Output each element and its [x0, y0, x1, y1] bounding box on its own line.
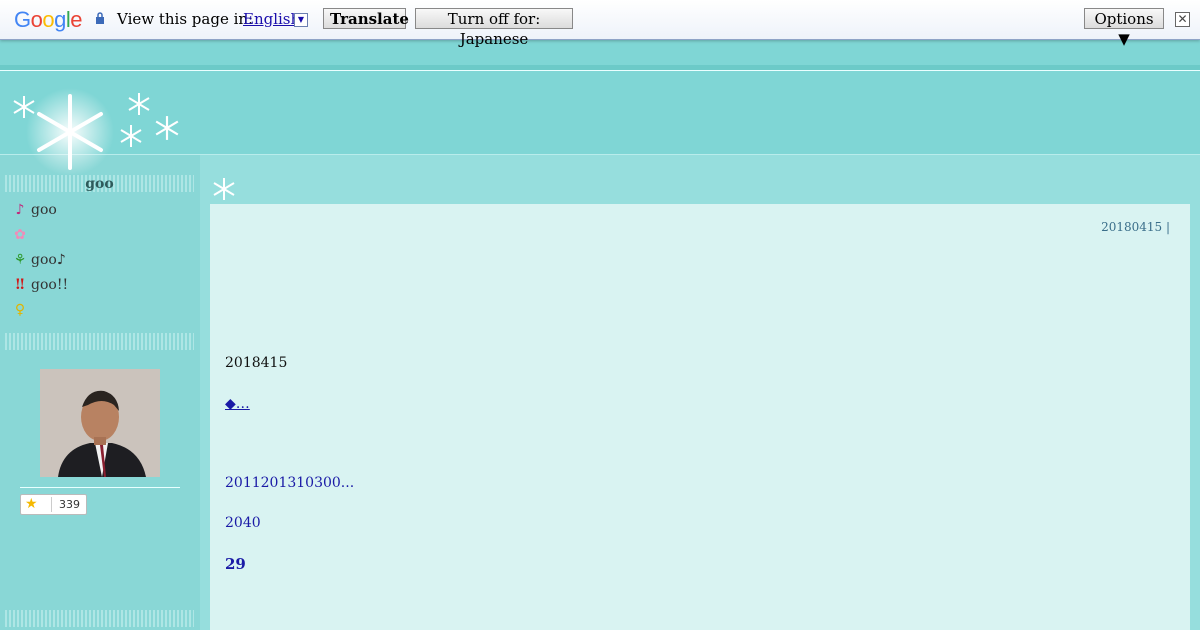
- sidebar-item-label: goo!!: [31, 277, 69, 293]
- exclamation-icon: ‼: [15, 277, 25, 293]
- snowflake-small-icon: [120, 125, 142, 147]
- sidebar-item-sprout[interactable]: ⚘ goo♪: [12, 250, 66, 270]
- sidebar-item-exclaim[interactable]: ‼ goo!!: [12, 275, 68, 295]
- sidebar-item-label: goo: [31, 202, 57, 218]
- sidebar-title: goo: [85, 176, 114, 192]
- post-text-3: 29: [225, 555, 246, 573]
- snowflake-small-icon: [155, 116, 179, 140]
- options-button[interactable]: Options ▼: [1084, 8, 1164, 48]
- snowflake-small-icon: [128, 93, 150, 115]
- sidebar-profile-stripe: [5, 333, 194, 350]
- view-page-label: View this page in:: [117, 10, 254, 28]
- sidebar-divider: [20, 487, 180, 488]
- sidebar-item-goo[interactable]: ♪ goo: [12, 200, 57, 220]
- post-text-2: 2040: [225, 515, 261, 531]
- sidebar-bottom-stripe: [5, 610, 194, 627]
- flower-icon: ✿: [14, 227, 26, 243]
- sidebar-item-flower[interactable]: ✿: [12, 225, 31, 245]
- post-link[interactable]: ◆…: [225, 396, 250, 412]
- star-counter[interactable]: ★ 339: [20, 494, 87, 515]
- post-content: 20180415 | 2018415 ◆… 2011201310300... 2…: [210, 204, 1190, 630]
- post-date[interactable]: 20180415 |: [1101, 220, 1170, 234]
- lock-icon: [96, 12, 104, 24]
- sidebar-item-bulb[interactable]: ♀: [12, 300, 31, 320]
- star-count: 339: [59, 498, 80, 511]
- sidebar-item-label: goo♪: [31, 252, 66, 268]
- star-icon: ★: [25, 496, 38, 512]
- music-note-icon: ♪: [15, 202, 25, 218]
- blog-header: [0, 71, 1200, 154]
- language-select[interactable]: English: [243, 10, 300, 28]
- post-date-line: 2018415: [225, 355, 288, 371]
- snowflake-title-icon: [213, 178, 235, 200]
- profile-photo[interactable]: [40, 369, 160, 477]
- translate-bar: Google View this page in: English ▼ Tran…: [0, 0, 1200, 48]
- google-logo: Google: [14, 7, 83, 32]
- sprout-icon: ⚘: [13, 252, 27, 268]
- post-text-1: 2011201310300...: [225, 475, 355, 491]
- lightbulb-icon: ♀: [14, 302, 26, 318]
- close-icon[interactable]: ✕: [1175, 12, 1190, 27]
- translate-button[interactable]: Translate: [323, 8, 409, 29]
- snowflake-small-icon: [13, 96, 35, 118]
- top-band: [0, 40, 1200, 65]
- turn-off-button[interactable]: Turn off for: Japanese: [415, 8, 573, 48]
- chevron-down-icon[interactable]: ▼: [294, 13, 308, 27]
